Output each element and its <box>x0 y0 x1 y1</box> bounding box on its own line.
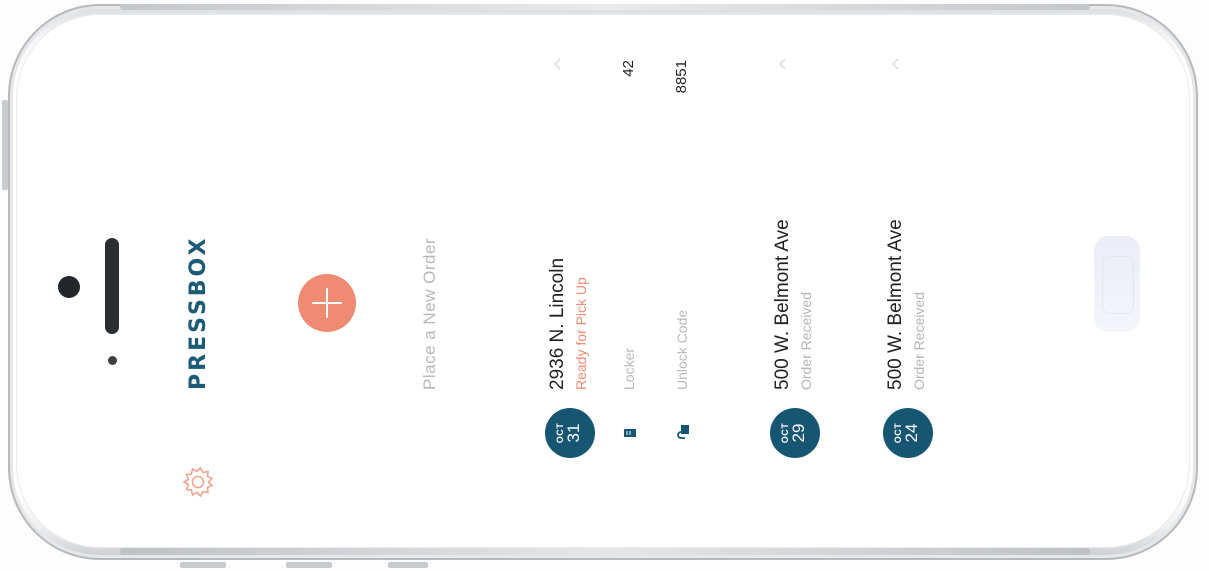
date-badge: OCT 29 <box>770 408 820 458</box>
order-address: 500 W. Belmont Ave <box>885 219 906 390</box>
date-day: 24 <box>902 423 921 443</box>
date-day: 31 <box>564 423 583 443</box>
volume-up-button <box>180 562 226 568</box>
locker-number: 42 <box>620 60 637 77</box>
new-order-label[interactable]: Place a New Order <box>420 238 440 390</box>
locker-label: Locker <box>621 347 637 390</box>
unlock-icon <box>676 425 690 440</box>
gear-icon[interactable] <box>180 464 216 500</box>
home-button[interactable] <box>1094 236 1140 332</box>
chevron-up-icon[interactable] <box>889 58 901 70</box>
app-screen: PRESSBOX Place a New Order OCT 31 2936 N… <box>150 40 1090 540</box>
order-status: Order Received <box>911 291 927 390</box>
mute-switch <box>388 562 428 568</box>
phone-top-edge <box>120 4 1090 10</box>
screenshot-stage: PRESSBOX Place a New Order OCT 31 2936 N… <box>0 0 1209 571</box>
date-badge: OCT 24 <box>883 408 933 458</box>
unlock-code-row: Unlock Code 8851 <box>670 40 700 540</box>
phone-bottom-edge <box>120 548 1090 555</box>
locker-row: Locker 42 <box>617 40 647 540</box>
power-button <box>2 100 8 190</box>
plus-icon <box>312 288 342 318</box>
front-camera <box>58 276 80 298</box>
proximity-sensor <box>108 356 117 365</box>
order-status: Ready for Pick Up <box>573 277 589 390</box>
home-button-ring <box>1102 256 1134 314</box>
locker-icon <box>623 426 637 440</box>
chevron-up-icon[interactable] <box>776 58 788 70</box>
order-status: Order Received <box>798 291 814 390</box>
unlock-code-value: 8851 <box>673 60 690 94</box>
chevron-up-icon[interactable] <box>551 58 563 70</box>
new-order-button[interactable] <box>298 274 356 332</box>
order-address: 500 W. Belmont Ave <box>772 219 793 390</box>
date-day: 29 <box>789 423 808 443</box>
app-logo-text: PRESSBOX <box>186 235 211 390</box>
earpiece-speaker <box>105 238 119 334</box>
volume-down-button <box>286 562 332 568</box>
order-address: 2936 N. Lincoln <box>547 257 568 390</box>
date-badge: OCT 31 <box>545 408 595 458</box>
unlock-code-label: Unlock Code <box>674 309 690 390</box>
app-content-rotated: PRESSBOX Place a New Order OCT 31 2936 N… <box>150 40 1090 540</box>
